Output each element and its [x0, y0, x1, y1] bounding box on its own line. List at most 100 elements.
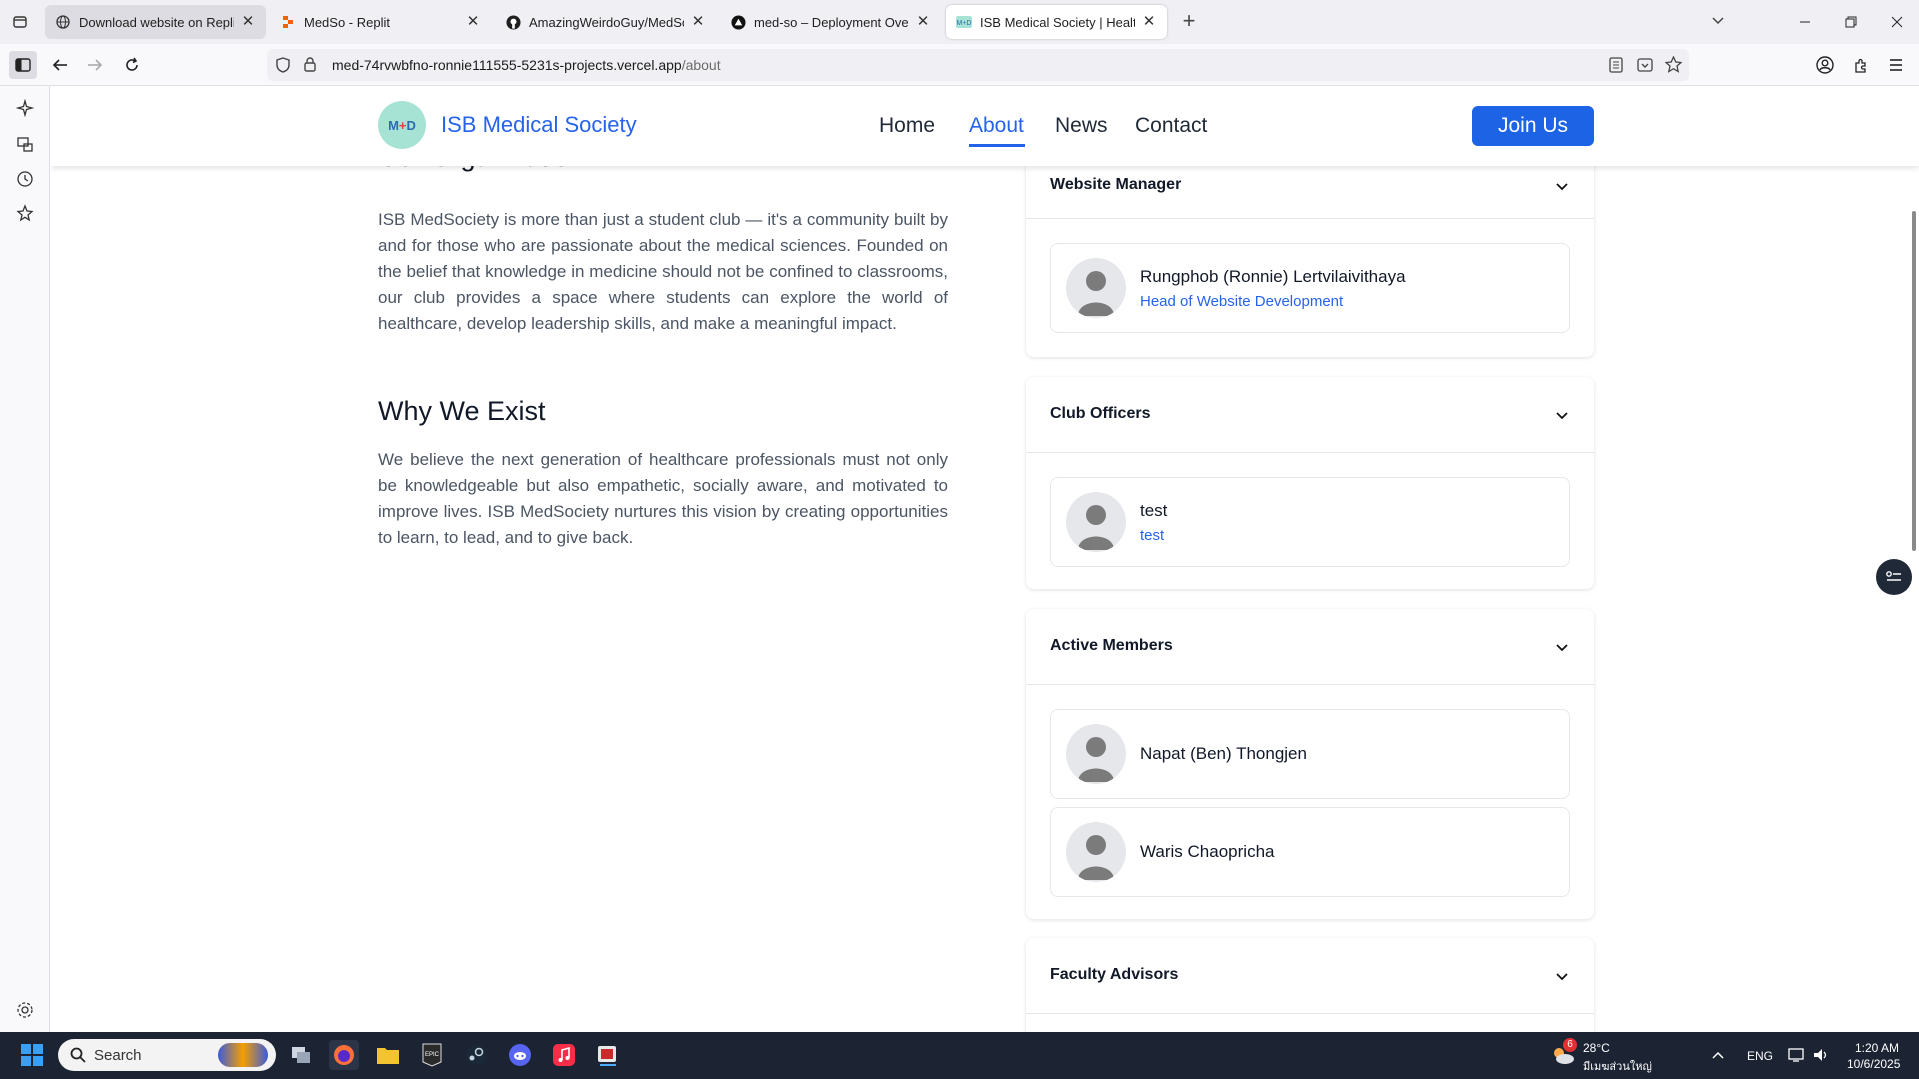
synced-tabs-icon[interactable] [15, 134, 35, 154]
list-all-tabs-icon[interactable] [1710, 12, 1732, 32]
tab-isb-medical-society[interactable]: M+D ISB Medical Society | Healthcare ✕ [946, 5, 1167, 39]
tab-title: ISB Medical Society | Healthcare [980, 14, 1135, 30]
network-icon[interactable] [1783, 1040, 1809, 1070]
history-icon[interactable] [15, 169, 35, 189]
extensions-icon[interactable] [1847, 51, 1875, 79]
firefox-taskbar-icon[interactable] [329, 1040, 359, 1070]
member-name: test [1140, 501, 1168, 520]
nav-about[interactable]: About [969, 114, 1024, 138]
account-icon[interactable] [1811, 51, 1839, 79]
close-tab-icon[interactable]: ✕ [1141, 14, 1157, 30]
section-header[interactable]: Active Members [1026, 609, 1594, 685]
close-window-icon[interactable] [1882, 10, 1912, 34]
team-section-faculty-advisors: Faculty Advisors [1026, 938, 1594, 1032]
site-header: M + D ISB Medical Society Home About News … [51, 86, 1919, 166]
restore-icon[interactable] [1836, 10, 1866, 34]
avatar [1066, 822, 1126, 882]
search-label: Search [94, 1046, 142, 1064]
file-explorer-icon[interactable] [373, 1040, 403, 1070]
site-logo[interactable]: M + D [378, 101, 426, 149]
windows-taskbar: Search EPIC 6 28°C มีเมฆส่วนใหญ่ ENG 1:2… [0, 1032, 1919, 1079]
epic-games-icon[interactable]: EPIC [417, 1040, 447, 1070]
clock-date[interactable]: 10/6/2025 [1847, 1057, 1900, 1071]
nav-contact[interactable]: Contact [1135, 114, 1207, 138]
tab-title: MedSo - Replit [304, 14, 390, 30]
tab-medso-replit[interactable]: MedSo - Replit ✕ [270, 5, 491, 39]
show-hidden-icons-icon[interactable] [1706, 1040, 1730, 1070]
avatar [1066, 724, 1126, 784]
close-tab-icon[interactable]: ✕ [690, 14, 706, 30]
nav-news[interactable]: News [1055, 114, 1108, 138]
new-tab-button[interactable]: + [1177, 10, 1201, 34]
member-card: Napat (Ben) Thongjen [1050, 709, 1570, 799]
url-host: med-74rvwbfno-ronnie111555-5231s-project… [332, 57, 682, 73]
tab-title: med-so – Deployment Overview [754, 14, 909, 30]
member-card: test test [1050, 477, 1570, 567]
team-section-active-members: Active Members Napat (Ben) Thongjen Wari… [1026, 609, 1594, 919]
taskbar-search[interactable]: Search [58, 1039, 276, 1071]
forward-icon[interactable] [81, 51, 109, 79]
chevron-down-icon[interactable] [1554, 407, 1570, 423]
tab-title: Download website on Replit [79, 14, 234, 30]
ai-chatbot-icon[interactable] [15, 98, 35, 118]
logo-letter: D [406, 117, 416, 133]
section-header[interactable]: Club Officers [1026, 377, 1594, 453]
input-language[interactable]: ENG [1747, 1049, 1773, 1063]
weather-badge: 6 [1563, 1038, 1577, 1052]
menu-icon[interactable] [1882, 51, 1910, 79]
reader-view-icon[interactable] [1609, 57, 1625, 73]
address-bar[interactable]: med-74rvwbfno-ronnie111555-5231s-project… [267, 49, 1689, 81]
url-text[interactable]: med-74rvwbfno-ronnie111555-5231s-project… [332, 57, 721, 73]
snipping-tool-icon[interactable] [593, 1040, 623, 1070]
site-name[interactable]: ISB Medical Society [441, 112, 637, 138]
chevron-down-icon[interactable] [1554, 178, 1570, 194]
join-us-button[interactable]: Join Us [1472, 106, 1594, 146]
steam-icon[interactable] [461, 1040, 491, 1070]
back-icon[interactable] [46, 51, 74, 79]
tab-github-medso[interactable]: AmazingWeirdoGuy/MedSo ✕ [495, 5, 716, 39]
floating-assistant-icon[interactable] [1876, 559, 1912, 595]
settings-gear-icon[interactable] [15, 1000, 35, 1020]
tab-vercel-deployment[interactable]: med-so – Deployment Overview ✕ [720, 5, 941, 39]
volume-icon[interactable] [1808, 1040, 1834, 1070]
member-role: test [1140, 527, 1165, 544]
save-to-pocket-icon[interactable] [1637, 57, 1653, 73]
minimize-icon[interactable] [1790, 10, 1820, 34]
replit-icon [280, 14, 296, 30]
close-tab-icon[interactable]: ✕ [240, 14, 256, 30]
close-tab-icon[interactable]: ✕ [465, 14, 481, 30]
chevron-down-icon[interactable] [1554, 968, 1570, 984]
section-header[interactable]: Faculty Advisors [1026, 938, 1594, 1014]
chevron-down-icon[interactable] [1554, 639, 1570, 655]
member-name: Rungphob (Ronnie) Lertvilaivithaya [1140, 267, 1406, 286]
reload-icon[interactable] [118, 51, 146, 79]
logo-plus: + [398, 117, 407, 133]
apple-music-icon[interactable] [549, 1040, 579, 1070]
browser-tab-strip: Download website on Replit ✕ MedSo - Rep… [0, 0, 1919, 44]
task-view-icon[interactable] [286, 1040, 316, 1070]
active-nav-underline [969, 144, 1025, 147]
svg-text:EPIC: EPIC [425, 1052, 440, 1058]
section-title: Active Members [1050, 637, 1173, 654]
org-paragraph: ISB MedSociety is more than just a stude… [378, 210, 948, 333]
tab-download-website[interactable]: Download website on Replit ✕ [45, 5, 266, 39]
windows-start-icon[interactable] [17, 1040, 47, 1070]
page-scrollbar[interactable] [1912, 211, 1916, 551]
avatar [1066, 492, 1126, 552]
clock-time[interactable]: 1:20 AM [1855, 1041, 1899, 1055]
nav-home[interactable]: Home [879, 114, 935, 138]
close-tab-icon[interactable]: ✕ [915, 14, 931, 30]
browser-toolbar: med-74rvwbfno-ronnie111555-5231s-project… [0, 44, 1919, 86]
bookmark-star-icon[interactable] [1664, 55, 1683, 73]
browser-sidebar [0, 86, 50, 1032]
bookmarks-icon[interactable] [15, 203, 35, 223]
section-title: Faculty Advisors [1050, 966, 1179, 983]
svg-text:M+D: M+D [957, 20, 972, 27]
sidebar-toggle-icon[interactable] [9, 51, 37, 79]
firefox-view-icon[interactable] [8, 10, 32, 34]
url-path: /about [681, 57, 721, 73]
medsoc-icon: M+D [956, 14, 972, 30]
discord-icon[interactable] [505, 1040, 535, 1070]
lock-icon[interactable] [304, 57, 318, 73]
shield-icon[interactable] [276, 57, 292, 73]
